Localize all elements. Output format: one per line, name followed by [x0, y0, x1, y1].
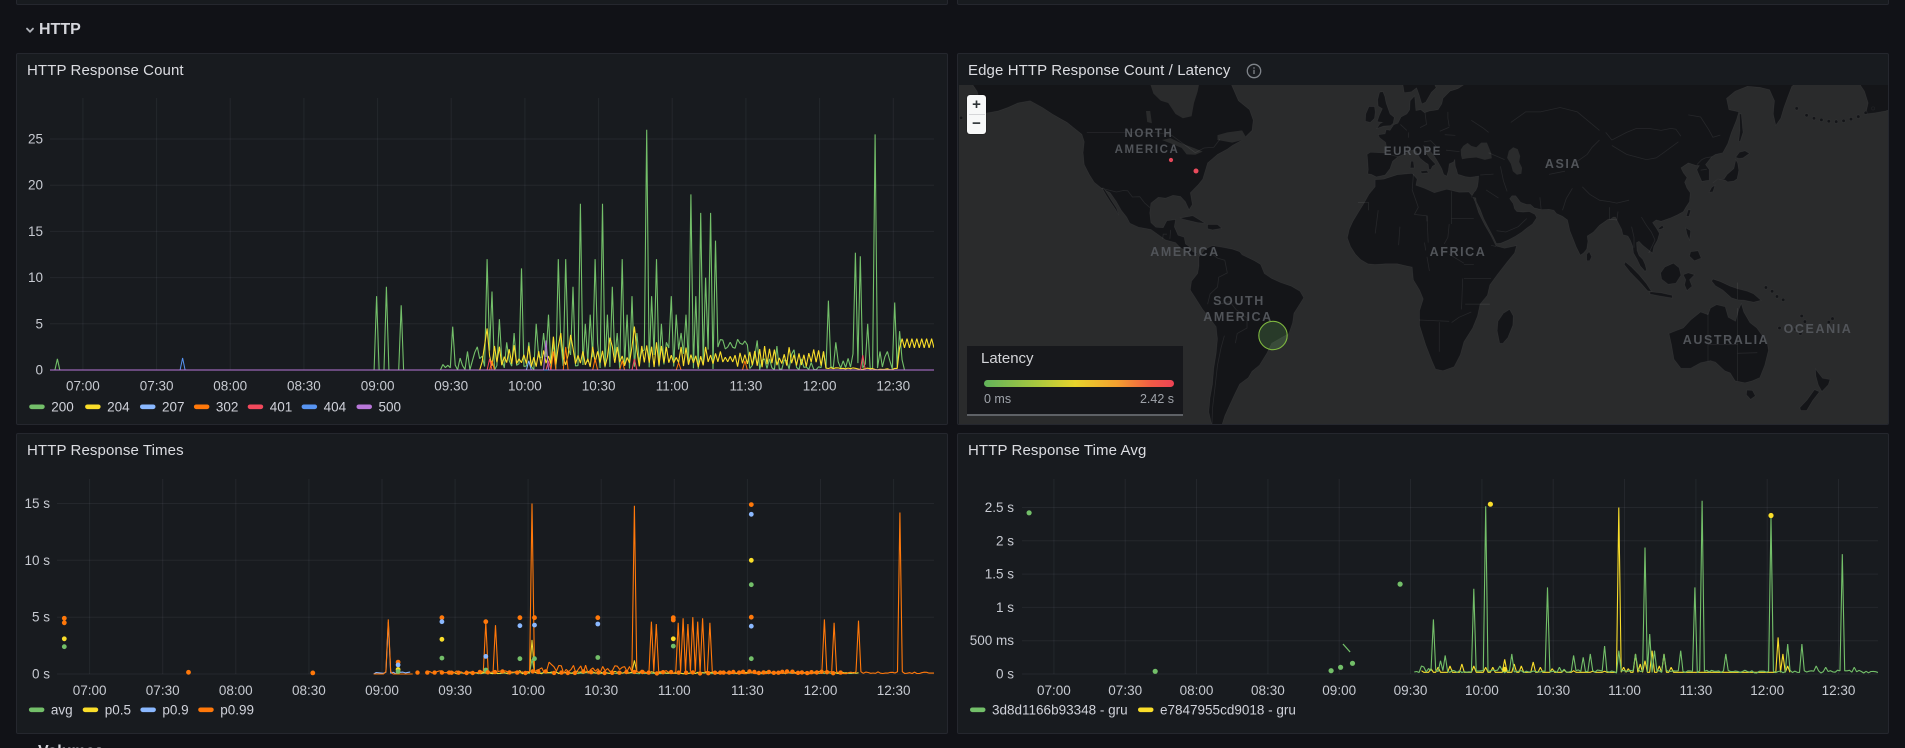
svg-text:08:00: 08:00 — [213, 379, 247, 394]
svg-text:15 s: 15 s — [24, 496, 50, 511]
svg-text:08:00: 08:00 — [219, 683, 253, 698]
svg-text:p0.99: p0.99 — [220, 703, 254, 718]
svg-text:EUROPE: EUROPE — [1384, 146, 1442, 158]
svg-text:1 s: 1 s — [996, 600, 1014, 615]
svg-text:500: 500 — [379, 400, 402, 415]
svg-text:25: 25 — [28, 132, 43, 147]
svg-text:500 ms: 500 ms — [970, 633, 1015, 648]
svg-text:p0.5: p0.5 — [105, 703, 131, 718]
svg-text:08:30: 08:30 — [292, 683, 326, 698]
svg-text:AMERICA: AMERICA — [1115, 144, 1180, 156]
svg-text:11:00: 11:00 — [1608, 683, 1641, 698]
svg-text:11:30: 11:30 — [1680, 683, 1713, 698]
svg-text:401: 401 — [270, 400, 293, 415]
svg-text:ASIA: ASIA — [1545, 157, 1581, 171]
svg-text:5 s: 5 s — [32, 610, 50, 625]
svg-text:AMERICA: AMERICA — [1150, 245, 1220, 259]
svg-text:09:00: 09:00 — [361, 379, 395, 394]
svg-text:302: 302 — [216, 400, 239, 415]
svg-text:10:30: 10:30 — [1536, 683, 1570, 698]
svg-text:p0.9: p0.9 — [162, 703, 188, 718]
svg-text:0: 0 — [35, 363, 43, 378]
svg-text:15: 15 — [28, 224, 43, 239]
svg-text:12:30: 12:30 — [876, 379, 910, 394]
svg-text:10:00: 10:00 — [511, 683, 545, 698]
svg-text:10:00: 10:00 — [508, 379, 542, 394]
svg-text:09:00: 09:00 — [365, 683, 399, 698]
svg-text:12:00: 12:00 — [803, 379, 837, 394]
svg-text:09:30: 09:30 — [434, 379, 468, 394]
svg-text:204: 204 — [107, 400, 130, 415]
svg-text:12:00: 12:00 — [804, 683, 838, 698]
svg-text:5: 5 — [35, 316, 43, 331]
svg-text:NORTH: NORTH — [1125, 128, 1174, 140]
svg-text:200: 200 — [51, 400, 74, 415]
svg-text:08:30: 08:30 — [287, 379, 321, 394]
svg-text:07:30: 07:30 — [1108, 683, 1142, 698]
svg-text:10: 10 — [28, 270, 43, 285]
svg-text:OCEANIA: OCEANIA — [1784, 322, 1853, 336]
svg-text:10 s: 10 s — [24, 553, 50, 568]
svg-text:12:30: 12:30 — [1822, 683, 1856, 698]
svg-text:11:00: 11:00 — [658, 683, 691, 698]
svg-text:10:30: 10:30 — [584, 683, 618, 698]
svg-text:SOUTH: SOUTH — [1213, 294, 1265, 308]
svg-text:07:00: 07:00 — [66, 379, 100, 394]
svg-text:11:30: 11:30 — [731, 683, 764, 698]
svg-text:09:30: 09:30 — [1394, 683, 1428, 698]
svg-text:08:00: 08:00 — [1180, 683, 1214, 698]
svg-text:12:30: 12:30 — [877, 683, 911, 698]
svg-text:AMERICA: AMERICA — [1203, 310, 1273, 324]
svg-text:09:30: 09:30 — [438, 683, 472, 698]
svg-text:11:30: 11:30 — [730, 379, 763, 394]
svg-text:07:00: 07:00 — [73, 683, 107, 698]
svg-text:404: 404 — [324, 400, 347, 415]
svg-text:10:30: 10:30 — [582, 379, 616, 394]
svg-text:12:00: 12:00 — [1750, 683, 1784, 698]
svg-text:09:00: 09:00 — [1322, 683, 1356, 698]
svg-text:0 s: 0 s — [996, 667, 1014, 682]
svg-text:10:00: 10:00 — [1465, 683, 1499, 698]
svg-text:07:30: 07:30 — [146, 683, 180, 698]
svg-text:2 s: 2 s — [996, 533, 1014, 548]
svg-text:AUSTRALIA: AUSTRALIA — [1683, 333, 1770, 347]
svg-text:11:00: 11:00 — [656, 379, 689, 394]
svg-text:07:00: 07:00 — [1037, 683, 1071, 698]
svg-text:2.5 s: 2.5 s — [985, 500, 1015, 515]
svg-text:207: 207 — [162, 400, 185, 415]
svg-text:e7847955cd9018 - gru: e7847955cd9018 - gru — [1160, 703, 1296, 718]
svg-text:07:30: 07:30 — [140, 379, 174, 394]
svg-text:1.5 s: 1.5 s — [985, 567, 1015, 582]
svg-text:20: 20 — [28, 178, 43, 193]
svg-text:3d8d1166b93348 - gru: 3d8d1166b93348 - gru — [992, 703, 1128, 718]
svg-text:AFRICA: AFRICA — [1430, 245, 1487, 259]
svg-text:0 s: 0 s — [32, 667, 50, 682]
svg-text:avg: avg — [51, 703, 73, 718]
svg-text:08:30: 08:30 — [1251, 683, 1285, 698]
